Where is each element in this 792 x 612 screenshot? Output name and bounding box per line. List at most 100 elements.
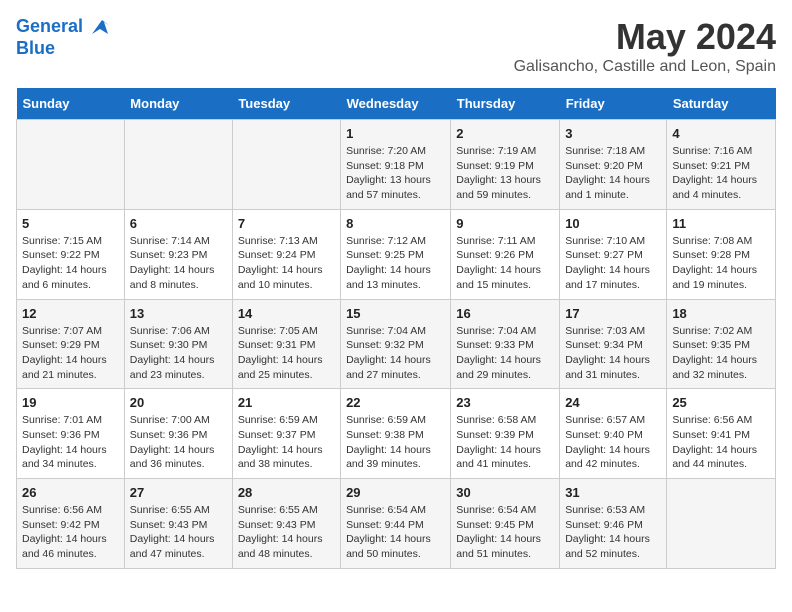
day-number: 20	[130, 395, 227, 410]
calendar-cell: 6 Sunrise: 7:14 AMSunset: 9:23 PMDayligh…	[124, 209, 232, 299]
calendar-cell: 22 Sunrise: 6:59 AMSunset: 9:38 PMDaylig…	[341, 389, 451, 479]
calendar-cell: 8 Sunrise: 7:12 AMSunset: 9:25 PMDayligh…	[341, 209, 451, 299]
title-area: May 2024 Galisancho, Castille and Leon, …	[514, 16, 776, 76]
day-number: 28	[238, 485, 335, 500]
calendar-cell: 27 Sunrise: 6:55 AMSunset: 9:43 PMDaylig…	[124, 479, 232, 569]
calendar-cell	[667, 479, 776, 569]
day-number: 19	[22, 395, 119, 410]
day-number: 4	[672, 126, 770, 141]
calendar-cell: 4 Sunrise: 7:16 AMSunset: 9:21 PMDayligh…	[667, 120, 776, 210]
calendar-header-row: SundayMondayTuesdayWednesdayThursdayFrid…	[17, 88, 776, 120]
calendar-table: SundayMondayTuesdayWednesdayThursdayFrid…	[16, 88, 776, 569]
day-detail: Sunrise: 7:08 AMSunset: 9:28 PMDaylight:…	[672, 234, 770, 293]
day-number: 21	[238, 395, 335, 410]
day-number: 13	[130, 306, 227, 321]
day-detail: Sunrise: 7:18 AMSunset: 9:20 PMDaylight:…	[565, 144, 661, 203]
calendar-cell: 15 Sunrise: 7:04 AMSunset: 9:32 PMDaylig…	[341, 299, 451, 389]
day-detail: Sunrise: 7:07 AMSunset: 9:29 PMDaylight:…	[22, 324, 119, 383]
day-number: 3	[565, 126, 661, 141]
day-detail: Sunrise: 7:05 AMSunset: 9:31 PMDaylight:…	[238, 324, 335, 383]
day-number: 18	[672, 306, 770, 321]
day-detail: Sunrise: 6:53 AMSunset: 9:46 PMDaylight:…	[565, 503, 661, 562]
calendar-cell: 5 Sunrise: 7:15 AMSunset: 9:22 PMDayligh…	[17, 209, 125, 299]
subtitle: Galisancho, Castille and Leon, Spain	[514, 58, 776, 76]
calendar-cell: 3 Sunrise: 7:18 AMSunset: 9:20 PMDayligh…	[560, 120, 667, 210]
day-detail: Sunrise: 6:56 AMSunset: 9:41 PMDaylight:…	[672, 413, 770, 472]
calendar-cell: 24 Sunrise: 6:57 AMSunset: 9:40 PMDaylig…	[560, 389, 667, 479]
calendar-cell: 10 Sunrise: 7:10 AMSunset: 9:27 PMDaylig…	[560, 209, 667, 299]
day-detail: Sunrise: 7:11 AMSunset: 9:26 PMDaylight:…	[456, 234, 554, 293]
logo-blue: Blue	[16, 38, 112, 59]
header-sunday: Sunday	[17, 88, 125, 120]
day-detail: Sunrise: 7:00 AMSunset: 9:36 PMDaylight:…	[130, 413, 227, 472]
calendar-cell	[124, 120, 232, 210]
day-detail: Sunrise: 7:03 AMSunset: 9:34 PMDaylight:…	[565, 324, 661, 383]
day-number: 5	[22, 216, 119, 231]
day-number: 14	[238, 306, 335, 321]
day-detail: Sunrise: 7:04 AMSunset: 9:32 PMDaylight:…	[346, 324, 445, 383]
day-number: 24	[565, 395, 661, 410]
day-number: 31	[565, 485, 661, 500]
day-number: 15	[346, 306, 445, 321]
page-header: General Blue May 2024 Galisancho, Castil…	[16, 16, 776, 76]
day-detail: Sunrise: 6:57 AMSunset: 9:40 PMDaylight:…	[565, 413, 661, 472]
day-detail: Sunrise: 7:01 AMSunset: 9:36 PMDaylight:…	[22, 413, 119, 472]
calendar-cell: 31 Sunrise: 6:53 AMSunset: 9:46 PMDaylig…	[560, 479, 667, 569]
day-number: 29	[346, 485, 445, 500]
calendar-week-row: 1 Sunrise: 7:20 AMSunset: 9:18 PMDayligh…	[17, 120, 776, 210]
day-detail: Sunrise: 7:20 AMSunset: 9:18 PMDaylight:…	[346, 144, 445, 203]
day-number: 6	[130, 216, 227, 231]
day-detail: Sunrise: 6:54 AMSunset: 9:45 PMDaylight:…	[456, 503, 554, 562]
day-detail: Sunrise: 6:59 AMSunset: 9:37 PMDaylight:…	[238, 413, 335, 472]
day-number: 30	[456, 485, 554, 500]
day-detail: Sunrise: 6:58 AMSunset: 9:39 PMDaylight:…	[456, 413, 554, 472]
day-detail: Sunrise: 6:56 AMSunset: 9:42 PMDaylight:…	[22, 503, 119, 562]
day-number: 17	[565, 306, 661, 321]
calendar-cell: 23 Sunrise: 6:58 AMSunset: 9:39 PMDaylig…	[451, 389, 560, 479]
header-monday: Monday	[124, 88, 232, 120]
day-number: 8	[346, 216, 445, 231]
calendar-week-row: 19 Sunrise: 7:01 AMSunset: 9:36 PMDaylig…	[17, 389, 776, 479]
main-title: May 2024	[514, 16, 776, 58]
calendar-cell: 20 Sunrise: 7:00 AMSunset: 9:36 PMDaylig…	[124, 389, 232, 479]
day-number: 23	[456, 395, 554, 410]
day-number: 16	[456, 306, 554, 321]
day-number: 10	[565, 216, 661, 231]
day-number: 9	[456, 216, 554, 231]
calendar-week-row: 12 Sunrise: 7:07 AMSunset: 9:29 PMDaylig…	[17, 299, 776, 389]
day-detail: Sunrise: 7:06 AMSunset: 9:30 PMDaylight:…	[130, 324, 227, 383]
day-number: 12	[22, 306, 119, 321]
calendar-cell: 29 Sunrise: 6:54 AMSunset: 9:44 PMDaylig…	[341, 479, 451, 569]
calendar-cell: 25 Sunrise: 6:56 AMSunset: 9:41 PMDaylig…	[667, 389, 776, 479]
calendar-cell: 19 Sunrise: 7:01 AMSunset: 9:36 PMDaylig…	[17, 389, 125, 479]
day-detail: Sunrise: 7:02 AMSunset: 9:35 PMDaylight:…	[672, 324, 770, 383]
calendar-week-row: 5 Sunrise: 7:15 AMSunset: 9:22 PMDayligh…	[17, 209, 776, 299]
calendar-week-row: 26 Sunrise: 6:56 AMSunset: 9:42 PMDaylig…	[17, 479, 776, 569]
calendar-cell: 28 Sunrise: 6:55 AMSunset: 9:43 PMDaylig…	[232, 479, 340, 569]
calendar-cell: 11 Sunrise: 7:08 AMSunset: 9:28 PMDaylig…	[667, 209, 776, 299]
day-detail: Sunrise: 7:19 AMSunset: 9:19 PMDaylight:…	[456, 144, 554, 203]
day-number: 11	[672, 216, 770, 231]
logo-text: General Blue	[16, 16, 112, 59]
day-detail: Sunrise: 7:13 AMSunset: 9:24 PMDaylight:…	[238, 234, 335, 293]
calendar-cell: 14 Sunrise: 7:05 AMSunset: 9:31 PMDaylig…	[232, 299, 340, 389]
day-number: 25	[672, 395, 770, 410]
header-tuesday: Tuesday	[232, 88, 340, 120]
calendar-cell: 26 Sunrise: 6:56 AMSunset: 9:42 PMDaylig…	[17, 479, 125, 569]
calendar-cell: 2 Sunrise: 7:19 AMSunset: 9:19 PMDayligh…	[451, 120, 560, 210]
calendar-cell: 30 Sunrise: 6:54 AMSunset: 9:45 PMDaylig…	[451, 479, 560, 569]
day-detail: Sunrise: 7:04 AMSunset: 9:33 PMDaylight:…	[456, 324, 554, 383]
logo: General Blue	[16, 16, 112, 59]
calendar-cell: 12 Sunrise: 7:07 AMSunset: 9:29 PMDaylig…	[17, 299, 125, 389]
calendar-cell: 17 Sunrise: 7:03 AMSunset: 9:34 PMDaylig…	[560, 299, 667, 389]
day-number: 2	[456, 126, 554, 141]
day-number: 27	[130, 485, 227, 500]
calendar-cell: 1 Sunrise: 7:20 AMSunset: 9:18 PMDayligh…	[341, 120, 451, 210]
calendar-cell	[17, 120, 125, 210]
calendar-cell: 9 Sunrise: 7:11 AMSunset: 9:26 PMDayligh…	[451, 209, 560, 299]
day-detail: Sunrise: 6:55 AMSunset: 9:43 PMDaylight:…	[130, 503, 227, 562]
day-number: 26	[22, 485, 119, 500]
day-detail: Sunrise: 6:55 AMSunset: 9:43 PMDaylight:…	[238, 503, 335, 562]
logo-general: General	[16, 16, 83, 36]
logo-bird-icon	[90, 16, 112, 38]
